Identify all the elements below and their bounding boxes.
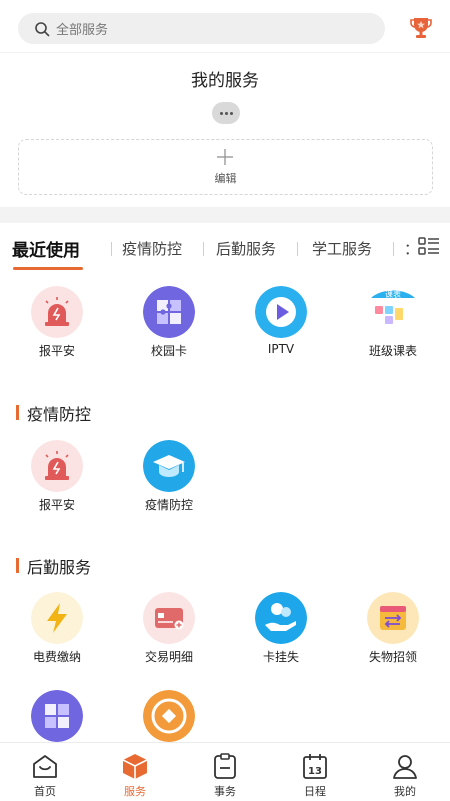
section-divider — [0, 207, 450, 223]
cube-icon — [122, 754, 148, 779]
graduation-cap-icon — [143, 440, 195, 492]
tab-recent[interactable]: 最近使用 — [12, 236, 80, 261]
tab-separator — [393, 242, 394, 256]
tab-separator — [203, 242, 204, 256]
app-report-safe[interactable]: 报平安 — [2, 286, 112, 366]
more-icon[interactable] — [212, 102, 240, 124]
app-label: 电费缴纳 — [32, 650, 81, 664]
search-placeholder: 全部服务 — [56, 23, 109, 38]
nav-home[interactable]: 首页 — [0, 743, 90, 801]
app-class-schedule[interactable]: 课表 班级课表 — [338, 286, 448, 366]
puzzle-icon — [31, 690, 83, 742]
app-label: IPTV — [267, 342, 295, 356]
nav-services[interactable]: 服务 — [90, 743, 180, 801]
tab-epidemic[interactable]: 疫情防控 — [122, 238, 182, 259]
coin-icon — [143, 690, 195, 742]
bottom-navigation: 首页 服务 事务 13 日程 我的 — [0, 742, 450, 801]
app-label: 报平安 — [38, 498, 75, 512]
calendar-date-text: 13 — [308, 766, 322, 777]
alarm-icon — [31, 440, 83, 492]
app-report-safe[interactable]: 报平安 — [2, 440, 112, 520]
section-title-epidemic: 疫情防控 — [0, 401, 450, 425]
app-transaction-details[interactable]: 交易明细 — [114, 592, 224, 672]
schedule-badge-text: 课表 — [385, 289, 401, 299]
app-epidemic-control[interactable]: 疫情防控 — [114, 440, 224, 520]
card-icon — [143, 592, 195, 644]
clipboard-icon — [214, 753, 236, 779]
alarm-icon — [31, 286, 83, 338]
app-iptv[interactable]: IPTV — [226, 286, 336, 366]
search-icon — [35, 21, 50, 36]
app-campus-card[interactable]: 校园卡 — [114, 286, 224, 366]
app-electricity-payment[interactable]: 电费缴纳 — [2, 592, 112, 672]
tab-separator — [111, 242, 112, 256]
tab-more[interactable]: ： — [404, 238, 419, 259]
tab-student-affairs[interactable]: 学工服务 — [312, 238, 372, 259]
nav-schedule[interactable]: 13 日程 — [270, 743, 360, 801]
my-services-title: 我的服务 — [191, 71, 259, 91]
app-card-loss-report[interactable]: 卡挂失 — [226, 592, 336, 672]
play-icon — [255, 286, 307, 338]
user-icon — [393, 755, 417, 779]
calendar-icon: 13 — [303, 754, 327, 779]
home-icon — [33, 755, 57, 778]
tab-logistics[interactable]: 后勤服务 — [216, 238, 276, 259]
section-title-logistics: 后勤服务 — [0, 554, 450, 578]
app-label: 交易明细 — [144, 650, 193, 664]
app-label: 卡挂失 — [262, 650, 299, 664]
category-tabs: 最近使用 疫情防控 后勤服务 学工服务 ： — [0, 223, 450, 271]
plus-icon — [217, 149, 233, 165]
app-label: 班级课表 — [368, 344, 417, 358]
schedule-icon: 课表 — [367, 286, 419, 338]
nav-mine[interactable]: 我的 — [360, 743, 450, 801]
trophy-icon[interactable] — [408, 15, 434, 41]
tab-separator — [297, 242, 298, 256]
top-bar: 全部服务 — [0, 0, 450, 52]
app-lost-and-found[interactable]: 失物招领 — [338, 592, 448, 672]
lightning-icon — [31, 592, 83, 644]
app-label: 校园卡 — [150, 344, 187, 358]
app-label: 疫情防控 — [144, 498, 193, 512]
active-tab-indicator — [13, 267, 83, 270]
coin-hand-icon — [255, 592, 307, 644]
app-label: 失物招领 — [368, 650, 417, 664]
puzzle-icon — [143, 286, 195, 338]
search-bar[interactable]: 全部服务 — [18, 13, 385, 44]
my-services-panel: 我的服务 编辑 — [0, 52, 450, 208]
app-label: 报平安 — [38, 344, 75, 358]
edit-label: 编辑 — [214, 172, 237, 185]
calendar-swap-icon — [367, 592, 419, 644]
edit-button[interactable]: 编辑 — [18, 139, 433, 195]
list-grid-icon[interactable] — [418, 237, 440, 257]
nav-affairs[interactable]: 事务 — [180, 743, 270, 801]
